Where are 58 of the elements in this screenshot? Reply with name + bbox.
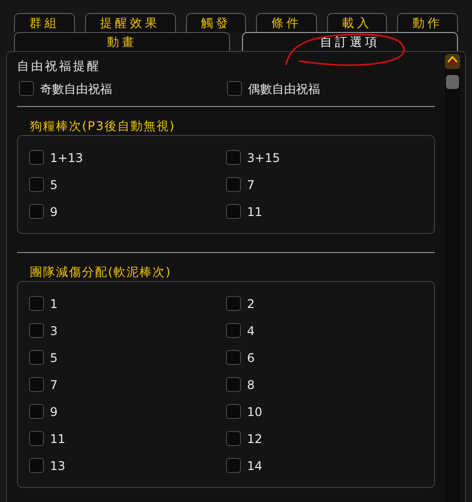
checkbox[interactable] xyxy=(226,150,241,165)
checkbox[interactable] xyxy=(29,350,44,365)
checkbox-label: 4 xyxy=(247,322,255,340)
checkbox-label: 9 xyxy=(50,404,58,420)
checkbox-label: 1+13 xyxy=(50,150,83,166)
checkbox[interactable] xyxy=(29,323,44,338)
checkbox-label: 5 xyxy=(50,350,58,366)
tab[interactable]: 自訂選項 xyxy=(242,32,458,51)
checkbox-label: 11 xyxy=(247,204,262,220)
tab[interactable]: 提醒效果 xyxy=(84,13,176,32)
checkbox[interactable] xyxy=(29,431,44,446)
checkbox-label: 14 xyxy=(247,458,262,474)
tab[interactable]: 動畫 xyxy=(14,32,230,51)
tab[interactable]: 觸發 xyxy=(186,13,246,32)
section-heading: 團隊減傷分配(軟泥棒次) xyxy=(29,264,172,281)
checkbox-label: 10 xyxy=(247,404,262,420)
scroll-thumb[interactable] xyxy=(446,75,459,89)
checkbox-label: 7 xyxy=(247,176,255,194)
scroll-up-icon[interactable] xyxy=(445,54,460,69)
checkbox[interactable] xyxy=(29,377,44,392)
checkbox[interactable] xyxy=(19,81,34,96)
checkbox[interactable] xyxy=(226,296,241,311)
checkbox[interactable] xyxy=(29,404,44,419)
tab[interactable]: 群組 xyxy=(14,13,75,32)
checkbox[interactable] xyxy=(226,350,241,365)
checkbox[interactable] xyxy=(226,204,241,219)
checkbox-label: 6 xyxy=(247,350,255,366)
tab[interactable]: 載入 xyxy=(326,13,388,32)
tab[interactable]: 條件 xyxy=(256,13,317,32)
checkbox-label: 偶數自由祝福 xyxy=(248,80,320,98)
checkbox[interactable] xyxy=(29,296,44,311)
scrollbar[interactable] xyxy=(445,54,460,502)
section-heading: 狗糧棒次(P3後自動無視) xyxy=(29,118,176,135)
checkbox-label: 5 xyxy=(50,176,58,194)
checkbox-label: 8 xyxy=(247,376,255,394)
checkbox[interactable] xyxy=(29,204,44,219)
option-title: 自由祝福提醒 xyxy=(17,58,102,75)
checkbox-label: 9 xyxy=(50,204,58,220)
checkbox-label: 2 xyxy=(247,296,255,312)
checkbox[interactable] xyxy=(29,458,44,473)
checkbox-label: 13 xyxy=(50,458,66,474)
checkbox[interactable] xyxy=(226,404,241,419)
checkbox[interactable] xyxy=(226,431,241,446)
tab[interactable]: 動作 xyxy=(397,13,458,32)
checkbox-label: 7 xyxy=(50,376,58,394)
checkbox-label: 奇數自由祝福 xyxy=(40,80,112,98)
checkbox[interactable] xyxy=(226,377,241,392)
checkbox[interactable] xyxy=(226,177,241,192)
checkbox[interactable] xyxy=(29,177,44,192)
checkbox-label: 11 xyxy=(50,430,66,448)
checkbox[interactable] xyxy=(227,81,242,96)
checkbox-label: 3 xyxy=(50,322,58,340)
checkbox[interactable] xyxy=(226,458,241,473)
checkbox-label: 1 xyxy=(50,296,58,312)
checkbox[interactable] xyxy=(226,323,241,338)
checkbox-label: 3+15 xyxy=(247,150,280,166)
checkbox-label: 12 xyxy=(247,430,262,448)
checkbox[interactable] xyxy=(29,150,44,165)
